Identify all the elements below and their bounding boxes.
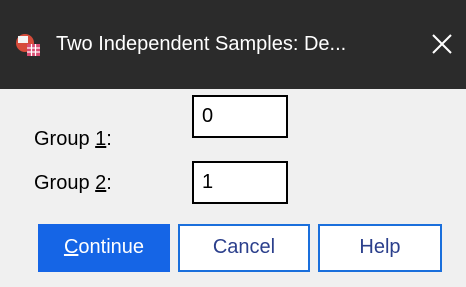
cancel-button[interactable]: Cancel [178, 224, 310, 272]
app-icon [16, 34, 40, 56]
window-title: Two Independent Samples: De... [56, 33, 347, 55]
close-icon [432, 34, 452, 54]
group2-label: Group 2: [34, 172, 112, 194]
help-button[interactable]: Help [318, 224, 442, 272]
group2-input[interactable]: 1 [192, 161, 288, 204]
group1-label: Group 1: [34, 128, 112, 150]
title-bar: Two Independent Samples: De... [0, 0, 466, 89]
continue-button[interactable]: Continue [38, 224, 170, 272]
group1-input[interactable]: 0 [192, 95, 288, 138]
close-button[interactable] [418, 26, 462, 62]
